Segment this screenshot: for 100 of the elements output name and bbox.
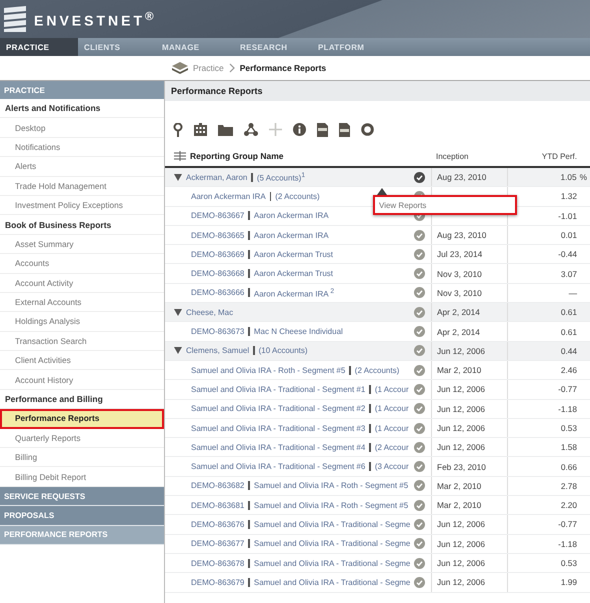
sidebar-item[interactable]: Account Activity [0,274,164,293]
nav-tab[interactable]: RESEARCH [234,38,312,56]
sidebar-item[interactable]: Desktop [0,118,164,138]
row-link[interactable]: Samuel and Olivia IRA - Traditional - Segme [254,539,410,548]
row-link[interactable]: Aaron Ackerman IRA [254,230,329,240]
check-icon[interactable] [414,480,425,492]
row-link[interactable]: DEMO-863679 [191,578,244,587]
row-link[interactable]: (1 Accour [374,384,409,394]
ring-icon[interactable] [361,123,374,136]
row-link[interactable]: Samuel and Olivia IRA - Traditional - Segment #2 [191,404,366,414]
row-link[interactable]: DEMO-863668 [191,269,244,278]
row-link[interactable]: Aaron Ackerman IRA $^{2}$ [254,288,334,298]
caret-icon[interactable] [174,308,182,316]
row-link[interactable]: DEMO-863678 [191,558,244,568]
sidebar-item[interactable]: Accounts [0,254,164,274]
check-icon[interactable] [414,172,425,183]
calculator-icon[interactable] [194,123,207,136]
row-link[interactable]: Samuel and Olivia IRA - Traditional - Segment #1 [191,384,366,394]
row-link[interactable]: (1 Accour [374,404,409,414]
column-header[interactable]: Reporting Group Name [190,151,284,161]
row-link[interactable]: Ackerman, Aaron [186,172,248,182]
sidebar-item[interactable]: Trade Hold Management [0,176,164,196]
nav-tab[interactable]: MANAGE [156,38,234,56]
sidebar-panel-header[interactable]: SERVICE REQUESTS [0,486,164,506]
row-link[interactable]: DEMO-863667 [191,211,244,220]
row-link[interactable]: DEMO-863681 [191,500,244,510]
view-reports-tooltip[interactable]: View Reports [373,195,517,215]
row-link[interactable]: (3 Accour [374,462,409,472]
row-link[interactable]: Samuel and Olivia IRA - Roth - Segment #5 [254,481,408,490]
row-link[interactable]: (2 Accounts) [275,192,320,201]
sidebar-item[interactable]: Billing [0,448,164,468]
pin-icon[interactable] [173,122,183,136]
row-link[interactable]: (10 Accounts) [258,346,308,356]
check-icon[interactable] [414,576,426,588]
row-link[interactable]: (2 Accour [374,442,409,452]
check-icon[interactable] [414,287,425,298]
check-icon[interactable] [414,268,425,280]
sidebar-item[interactable]: External Accounts [0,292,164,312]
row-link[interactable]: DEMO-863677 [191,539,244,548]
row-link[interactable]: Cheese, Mac [186,308,234,317]
check-icon[interactable] [414,403,425,414]
breadcrumb-link[interactable]: Practice [193,63,224,73]
row-link[interactable]: Samuel and Olivia IRA - Traditional - Segme [254,520,410,529]
row-link[interactable]: Aaron Ackerman IRA [254,211,329,220]
check-icon[interactable] [414,422,425,434]
sidebar-item[interactable]: Investment Policy Exceptions [0,196,164,216]
column-resize-icon[interactable] [174,151,186,161]
sidebar-item[interactable]: Notifications [0,138,164,158]
check-icon[interactable] [414,364,425,376]
row-link[interactable]: Samuel and Olivia IRA - Traditional - Segment #6 [191,462,366,472]
check-icon[interactable] [414,500,425,511]
row-link[interactable]: DEMO-863666 [191,288,244,298]
file-icon[interactable] [339,122,350,136]
column-header[interactable]: YTD Perf. [542,152,577,160]
row-link[interactable]: Samuel and Olivia IRA - Traditional - Segme [254,578,410,587]
check-icon[interactable] [414,306,425,318]
row-link[interactable]: Samuel and Olivia IRA - Traditional - Segme [254,558,410,568]
row-link[interactable]: Aaron Ackerman Trust [254,250,334,259]
check-icon[interactable] [414,538,426,550]
sidebar-panel-header[interactable]: PROPOSALS [0,506,164,526]
sidebar-header[interactable]: PRACTICE [0,81,164,99]
caret-icon[interactable] [174,347,182,354]
column-header[interactable]: Inception [436,152,468,160]
nav-tab[interactable]: CLIENTS [78,38,156,56]
sidebar-item[interactable]: Holdings Analysis [0,312,164,332]
sidebar-item[interactable]: Quarterly Reports [0,428,164,448]
check-icon[interactable] [414,461,425,472]
row-link[interactable]: DEMO-863665 [191,230,244,240]
row-link[interactable]: (2 Accounts) [354,366,400,375]
row-link[interactable]: Samuel and Olivia IRA - Roth - Segment #5 [191,366,346,375]
row-link[interactable]: Samuel and Olivia IRA - Traditional - Segment #3 [191,424,366,432]
row-link[interactable]: DEMO-863673 [191,327,244,336]
check-icon[interactable] [414,442,425,453]
check-icon[interactable] [414,518,426,530]
check-icon[interactable] [414,384,425,395]
check-icon[interactable] [414,230,425,241]
sidebar-item[interactable]: Account History [0,370,164,390]
row-link[interactable]: Mac N Cheese Individual [254,327,343,336]
row-link[interactable]: DEMO-863669 [191,250,244,259]
check-icon[interactable] [414,326,425,338]
sidebar-item[interactable]: Alerts [0,157,164,177]
caret-icon[interactable] [174,174,182,181]
row-link[interactable]: Samuel and Olivia IRA - Roth - Segment #5 [254,500,408,510]
info-icon[interactable] [293,123,306,136]
sidebar-item[interactable]: Performance Reports [0,409,164,429]
file-icon[interactable] [317,122,328,136]
row-link[interactable]: Aaron Ackerman Trust [254,269,334,278]
check-icon[interactable] [414,558,426,569]
nav-tab[interactable]: PRACTICE [0,38,78,56]
row-link[interactable]: DEMO-863682 [191,481,244,490]
share-icon[interactable] [244,123,258,136]
row-link[interactable]: Samuel and Olivia IRA - Traditional - Segment #4 [191,442,366,452]
folder-icon[interactable] [218,124,233,136]
row-link[interactable]: (1 Accour [374,424,409,432]
nav-tab[interactable]: PLATFORM [312,38,390,56]
check-icon[interactable] [414,345,425,356]
row-link[interactable]: DEMO-863676 [191,520,244,529]
sidebar-item[interactable]: Transaction Search [0,332,164,352]
row-link[interactable]: Aaron Ackerman IRA [191,192,266,201]
row-link[interactable]: Clemens, Samuel [186,346,250,356]
